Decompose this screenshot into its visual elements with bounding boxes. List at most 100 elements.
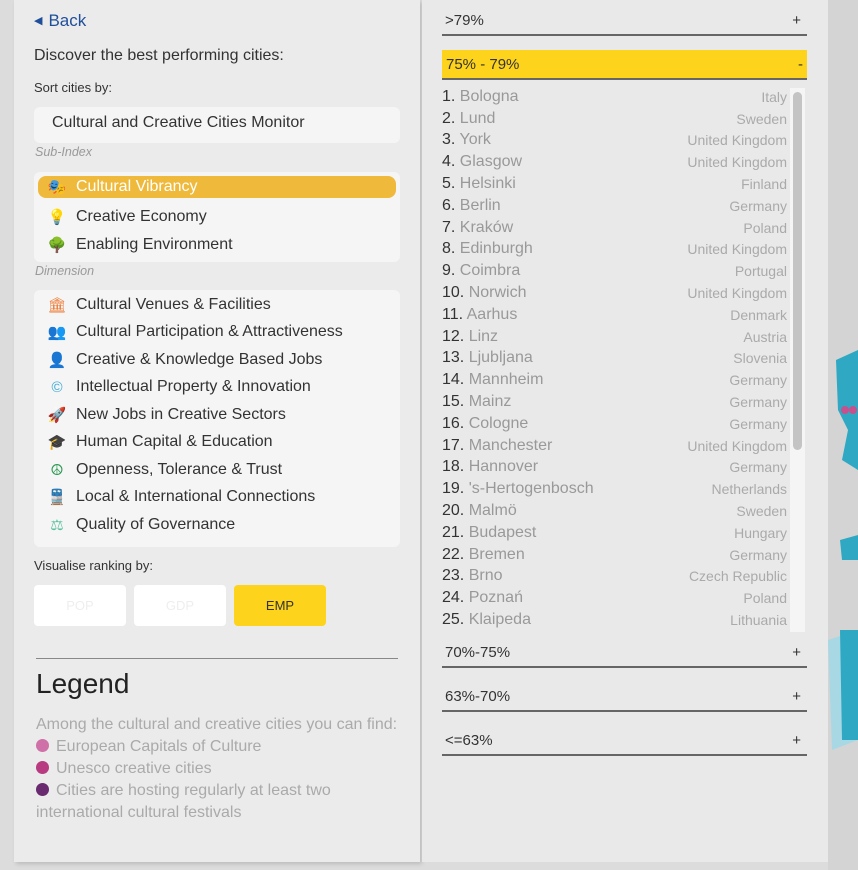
- city-name-cell: 21. Budapest: [442, 524, 536, 542]
- city-rank: 15.: [442, 393, 465, 411]
- city-row[interactable]: 5. Helsinki Finland: [442, 173, 787, 195]
- dimension-item[interactable]: ⚖ Quality of Governance: [34, 511, 400, 539]
- legend-item: European Capitals of Culture: [36, 736, 406, 758]
- range-toggle-icon[interactable]: -: [798, 56, 803, 73]
- city-name-cell: 23. Brno: [442, 567, 503, 585]
- city-row[interactable]: 1. Bologna Italy: [442, 86, 787, 108]
- range-toggle-icon[interactable]: +: [792, 688, 801, 705]
- city-name: York: [459, 131, 491, 149]
- city-row[interactable]: 18. Hannover Germany: [442, 457, 787, 479]
- city-rank: 11.: [442, 305, 464, 323]
- city-country: Germany: [729, 546, 787, 563]
- scrollbar-thumb[interactable]: [793, 92, 802, 450]
- copyright-icon: ©: [51, 378, 63, 396]
- city-row[interactable]: 9. Coimbra Portugal: [442, 260, 787, 282]
- city-row[interactable]: 16. Cologne Germany: [442, 413, 787, 435]
- city-name: Malmö: [468, 502, 517, 520]
- city-row[interactable]: 8. Edinburgh United Kingdom: [442, 239, 787, 261]
- range-group-header[interactable]: >79% +: [442, 6, 807, 36]
- city-name: Coimbra: [459, 262, 521, 280]
- city-rank: 4.: [442, 153, 456, 171]
- range-group-label: 70%-75%: [445, 643, 511, 661]
- range-group-header[interactable]: 70%-75% +: [442, 638, 807, 668]
- dimension-item[interactable]: 🏛 Cultural Venues & Facilities: [34, 291, 400, 319]
- city-row[interactable]: 17. Manchester United Kingdom: [442, 435, 787, 457]
- legend-dot-icon: [36, 761, 49, 774]
- city-country: United Kingdom: [687, 241, 787, 258]
- city-row[interactable]: 7. Kraków Poland: [442, 217, 787, 239]
- city-row[interactable]: 24. Poznań Poland: [442, 587, 787, 609]
- city-row[interactable]: 6. Berlin Germany: [442, 195, 787, 217]
- subindex-item[interactable]: 💡 Creative Economy: [34, 204, 400, 232]
- legend-item-label: Cities are hosting regularly at least tw…: [36, 782, 331, 821]
- dimension-item[interactable]: 🚀 New Jobs in Creative Sectors: [34, 401, 400, 429]
- dimension-item[interactable]: 👥 Cultural Participation & Attractiveness: [34, 319, 400, 347]
- city-name: Cologne: [468, 414, 529, 432]
- dimension-item[interactable]: 🚆 Local & International Connections: [34, 484, 400, 512]
- city-name: Helsinki: [459, 175, 516, 193]
- city-row[interactable]: 15. Mainz Germany: [442, 391, 787, 413]
- city-row[interactable]: 19. 's-Hertogenbosch Netherlands: [442, 478, 787, 500]
- city-name: Hannover: [468, 458, 539, 476]
- range-group-header[interactable]: 75% - 79% -: [442, 50, 807, 80]
- divider: [36, 658, 398, 659]
- visualise-buttons: POP GDP EMP: [34, 585, 326, 626]
- range-group-header[interactable]: 63%-70% +: [442, 682, 807, 712]
- city-row[interactable]: 11. Aarhus Denmark: [442, 304, 787, 326]
- subindex-item[interactable]: 🎭 Cultural Vibrancy: [38, 176, 396, 198]
- museum-icon: 🏛: [47, 296, 67, 314]
- city-row[interactable]: 3. York United Kingdom: [442, 130, 787, 152]
- city-country: Finland: [741, 176, 787, 193]
- city-row[interactable]: 2. Lund Sweden: [442, 108, 787, 130]
- visualise-pop-button[interactable]: POP: [34, 585, 126, 626]
- city-row[interactable]: 14. Mannheim Germany: [442, 369, 787, 391]
- city-rank: 8.: [442, 240, 456, 258]
- city-rank: 21.: [442, 523, 465, 541]
- city-row[interactable]: 4. Glasgow United Kingdom: [442, 151, 787, 173]
- city-row[interactable]: 10. Norwich United Kingdom: [442, 282, 787, 304]
- city-row[interactable]: 25. Klaipeda Lithuania: [442, 609, 787, 631]
- city-country: Germany: [729, 459, 787, 476]
- city-name: Berlin: [459, 196, 501, 214]
- city-row[interactable]: 12. Linz Austria: [442, 326, 787, 348]
- city-country: Austria: [743, 328, 787, 345]
- scrollbar[interactable]: [790, 88, 805, 632]
- map[interactable]: [828, 0, 858, 870]
- city-name-cell: 6. Berlin: [442, 197, 501, 215]
- city-name: Edinburgh: [459, 240, 533, 258]
- city-name-cell: 14. Mannheim: [442, 371, 543, 389]
- sort-select[interactable]: Cultural and Creative Cities Monitor: [34, 107, 400, 143]
- city-rank: 20.: [442, 502, 465, 520]
- dimension-item[interactable]: 🎓 Human Capital & Education: [34, 429, 400, 457]
- dimension-item[interactable]: ☮ Openness, Tolerance & Trust: [34, 456, 400, 484]
- city-country: Poland: [743, 590, 787, 607]
- map-city-dot[interactable]: [849, 406, 857, 414]
- city-row[interactable]: 23. Brno Czech Republic: [442, 566, 787, 588]
- range-toggle-icon[interactable]: +: [792, 644, 801, 661]
- city-name-cell: 1. Bologna: [442, 88, 519, 106]
- city-row[interactable]: 13. Ljubljana Slovenia: [442, 348, 787, 370]
- visualise-emp-button[interactable]: EMP: [234, 585, 326, 626]
- city-country: United Kingdom: [687, 437, 787, 454]
- city-name-cell: 17. Manchester: [442, 437, 552, 455]
- range-group-header[interactable]: <=63% +: [442, 726, 807, 756]
- city-name: Bremen: [468, 545, 525, 563]
- subindex-item[interactable]: 🌳 Enabling Environment: [34, 231, 400, 259]
- city-row[interactable]: 21. Budapest Hungary: [442, 522, 787, 544]
- subindex-list: 🎭 Cultural Vibrancy 💡 Creative Economy 🌳 Enab…: [34, 172, 400, 262]
- back-link[interactable]: ◀ Back: [34, 11, 86, 31]
- city-row[interactable]: 20. Malmö Sweden: [442, 500, 787, 522]
- trees-icon: 🌳: [47, 236, 67, 254]
- range-toggle-icon[interactable]: +: [792, 732, 801, 749]
- visualise-gdp-button[interactable]: GDP: [134, 585, 226, 626]
- city-name-cell: 24. Poznań: [442, 589, 523, 607]
- legend-item-label: Unesco creative cities: [56, 760, 212, 777]
- dimension-item-label: New Jobs in Creative Sectors: [76, 405, 286, 423]
- range-toggle-icon[interactable]: +: [792, 12, 801, 29]
- map-city-dot[interactable]: [841, 406, 849, 414]
- caret-left-icon: ◀: [34, 15, 43, 27]
- dimension-item[interactable]: © Intellectual Property & Innovation: [34, 374, 400, 402]
- city-country: Poland: [743, 219, 787, 236]
- dimension-item[interactable]: 👤 Creative & Knowledge Based Jobs: [34, 346, 400, 374]
- city-row[interactable]: 22. Bremen Germany: [442, 544, 787, 566]
